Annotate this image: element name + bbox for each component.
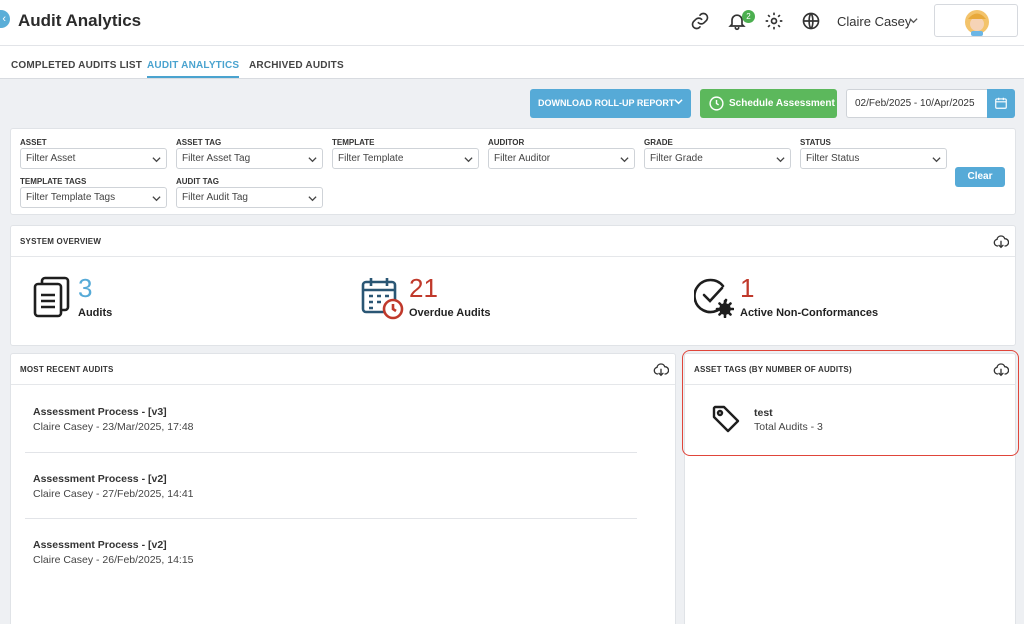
page-title: Audit Analytics <box>18 11 142 30</box>
date-picker-button[interactable] <box>987 89 1015 118</box>
date-range-input[interactable]: 02/Feb/2025 - 10/Apr/2025 <box>846 89 987 118</box>
card-divider <box>11 384 675 385</box>
link-icon[interactable] <box>690 11 710 31</box>
chevron-down-icon <box>308 196 317 202</box>
filter-grade-select[interactable]: Filter Grade <box>644 148 791 169</box>
recent-audit-meta: Claire Casey - 26/Feb/2025, 14:15 <box>33 554 194 566</box>
sidebar-collapse-button[interactable]: ‹ <box>0 10 10 28</box>
recent-audit-title[interactable]: Assessment Process - [v2] <box>33 473 167 485</box>
chevron-down-icon[interactable] <box>909 16 918 25</box>
filter-asset-placeholder: Filter Asset <box>26 153 76 164</box>
filter-asset-tag-placeholder: Filter Asset Tag <box>182 153 251 164</box>
chevron-down-icon <box>620 157 629 163</box>
filter-label-asset: ASSET <box>20 138 47 147</box>
tab-completed-audits[interactable]: COMPLETED AUDITS LIST <box>11 60 142 71</box>
download-rollup-label: DOWNLOAD ROLL-UP REPORT <box>538 98 675 108</box>
stat-overdue-label: Overdue Audits <box>409 307 491 319</box>
filter-status-placeholder: Filter Status <box>806 153 860 164</box>
chevron-down-icon <box>932 157 941 163</box>
calendar-icon <box>995 97 1007 109</box>
chevron-down-icon <box>152 196 161 202</box>
chevron-down-icon <box>776 157 785 163</box>
most-recent-audits-title: MOST RECENT AUDITS <box>20 365 114 374</box>
filter-label-grade: GRADE <box>644 138 673 147</box>
filter-label-audit-tag: AUDIT TAG <box>176 177 219 186</box>
cloud-download-icon[interactable] <box>653 362 669 378</box>
filter-asset-select[interactable]: Filter Asset <box>20 148 167 169</box>
filter-audit-tag-placeholder: Filter Audit Tag <box>182 192 248 203</box>
filter-label-template-tags: TEMPLATE TAGS <box>20 177 87 186</box>
most-recent-audits-card: MOST RECENT AUDITS Assessment Process - … <box>10 353 676 624</box>
system-overview-card: SYSTEM OVERVIEW 3 Audits 21 Overdue Audi… <box>10 225 1016 346</box>
filter-audit-tag-select[interactable]: Filter Audit Tag <box>176 187 323 208</box>
filter-template-tags-placeholder: Filter Template Tags <box>26 192 116 203</box>
clipboard-icon <box>33 276 70 318</box>
avatar-icon <box>965 10 989 36</box>
user-menu-name[interactable]: Claire Casey <box>837 14 911 29</box>
chevron-down-icon <box>152 157 161 163</box>
system-overview-title: SYSTEM OVERVIEW <box>20 237 102 246</box>
chevron-down-icon <box>464 157 473 163</box>
filter-label-status: STATUS <box>800 138 831 147</box>
filter-label-auditor: AUDITOR <box>488 138 525 147</box>
filter-template-select[interactable]: Filter Template <box>332 148 479 169</box>
stat-nonconformance-value: 1 <box>740 273 755 303</box>
avatar[interactable] <box>934 4 1018 37</box>
filters-panel: ASSET Filter Asset ASSET TAG Filter Asse… <box>10 128 1016 215</box>
tab-bar: COMPLETED AUDITS LIST AUDIT ANALYTICS AR… <box>0 46 1024 79</box>
cloud-download-icon[interactable] <box>993 234 1009 250</box>
clock-icon <box>709 96 724 111</box>
tab-audit-analytics[interactable]: AUDIT ANALYTICS <box>147 60 240 78</box>
chevron-down-icon <box>674 89 683 118</box>
filter-asset-tag-select[interactable]: Filter Asset Tag <box>176 148 323 169</box>
chevron-down-icon <box>308 157 317 163</box>
filter-grade-placeholder: Filter Grade <box>650 153 703 164</box>
recent-audit-meta: Claire Casey - 23/Mar/2025, 17:48 <box>33 421 194 433</box>
stat-audits-label: Audits <box>78 307 113 319</box>
recent-audit-title[interactable]: Assessment Process - [v3] <box>33 406 167 418</box>
schedule-assessment-label: Schedule Assessment <box>729 98 835 109</box>
tab-archived-audits[interactable]: ARCHIVED AUDITS <box>249 60 344 71</box>
row-divider <box>25 452 637 453</box>
gear-icon[interactable] <box>764 11 784 31</box>
globe-icon[interactable] <box>801 11 821 31</box>
stat-overdue-value: 21 <box>409 273 438 303</box>
recent-audit-title[interactable]: Assessment Process - [v2] <box>33 539 167 551</box>
filter-template-placeholder: Filter Template <box>338 153 404 164</box>
recent-audit-meta: Claire Casey - 27/Feb/2025, 14:41 <box>33 488 194 500</box>
filter-label-template: TEMPLATE <box>332 138 375 147</box>
schedule-assessment-button[interactable]: Schedule Assessment <box>700 89 837 118</box>
filter-auditor-placeholder: Filter Auditor <box>494 153 551 164</box>
check-gear-icon <box>694 278 734 318</box>
calendar-clock-icon <box>361 278 404 320</box>
clear-filters-button[interactable]: Clear <box>955 167 1005 187</box>
filter-auditor-select[interactable]: Filter Auditor <box>488 148 635 169</box>
filter-template-tags-select[interactable]: Filter Template Tags <box>20 187 167 208</box>
row-divider <box>25 518 637 519</box>
filter-label-asset-tag: ASSET TAG <box>176 138 222 147</box>
top-bar: ‹ Audit Analytics 2 Claire Casey <box>0 0 1024 46</box>
filter-status-select[interactable]: Filter Status <box>800 148 947 169</box>
highlight-box <box>682 350 1019 456</box>
notification-badge: 2 <box>742 10 755 23</box>
card-divider <box>11 256 1015 257</box>
stat-nonconformance-label: Active Non-Conformances <box>740 307 879 319</box>
stat-audits-value: 3 <box>78 273 93 303</box>
download-rollup-button[interactable]: DOWNLOAD ROLL-UP REPORT <box>530 89 691 118</box>
